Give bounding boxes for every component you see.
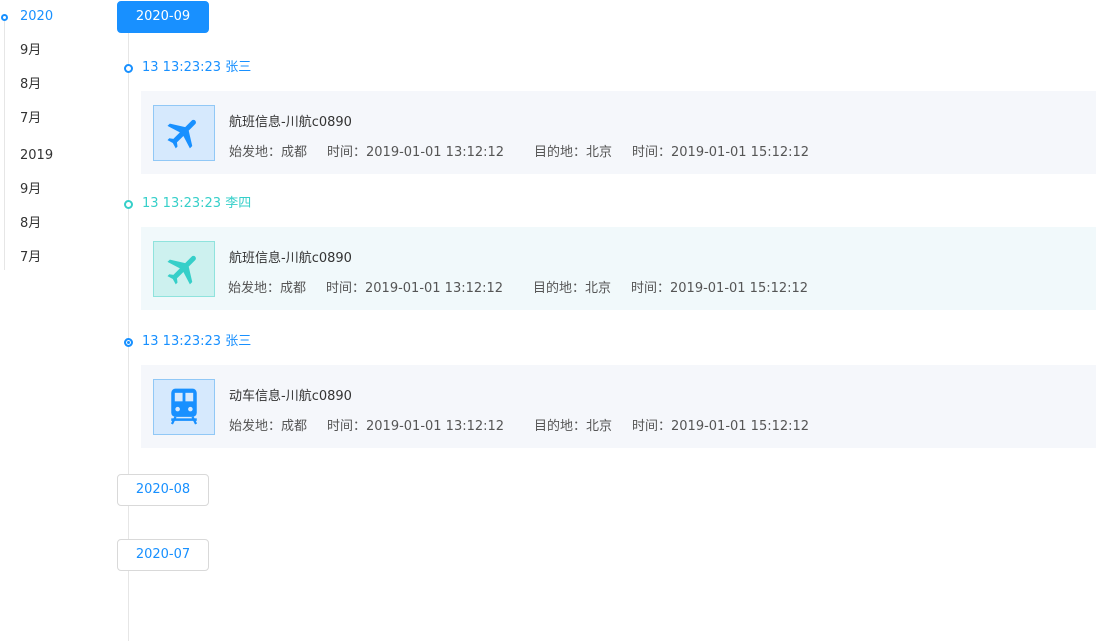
nav-month-2019-8[interactable]: 8月	[20, 216, 41, 232]
nav-month-2020-7[interactable]: 7月	[20, 111, 41, 127]
destination-text: 目的地：北京	[534, 419, 613, 434]
year-month-nav: 2020 9月 8月 7月 2019 9月 8月 7月	[0, 0, 110, 270]
nav-month-2019-7[interactable]: 7月	[20, 250, 41, 266]
month-tag-2020-08[interactable]: 2020-08	[117, 474, 209, 506]
airplane-icon	[153, 105, 215, 161]
depart-time-text: 时间：2019-01-01 13:12:12	[327, 419, 505, 434]
entry-time-user: 13 13:23:23 张三	[142, 334, 252, 349]
entry-time-user: 13 13:23:23 张三	[142, 60, 252, 75]
destination-text: 目的地：北京	[533, 281, 612, 296]
travel-card[interactable]: 动车信息-川航c0890 始发地：成都 时间：2019-01-01 13:12:…	[141, 365, 1096, 448]
card-title: 航班信息-川航c0890	[229, 115, 352, 130]
card-title: 动车信息-川航c0890	[229, 389, 352, 404]
depart-time-text: 时间：2019-01-01 13:12:12	[326, 281, 504, 296]
month-tag-2020-07[interactable]: 2020-07	[117, 539, 209, 571]
origin-text: 始发地：成都	[229, 419, 308, 434]
nav-month-2020-8[interactable]: 8月	[20, 77, 41, 93]
train-icon	[153, 379, 215, 435]
nav-line	[4, 18, 5, 270]
month-tag-2020-09[interactable]: 2020-09	[117, 1, 209, 33]
nav-year-2019[interactable]: 2019	[20, 148, 53, 164]
timeline-dot	[124, 338, 133, 347]
nav-active-dot	[1, 14, 8, 21]
nav-year-2020[interactable]: 2020	[20, 9, 53, 25]
arrive-time-text: 时间：2019-01-01 15:12:12	[631, 281, 809, 296]
travel-card[interactable]: 航班信息-川航c0890 始发地：成都 时间：2019-01-01 13:12:…	[141, 91, 1096, 174]
destination-text: 目的地：北京	[534, 145, 613, 160]
travel-card[interactable]: 航班信息-川航c0890 始发地：成都 时间：2019-01-01 13:12:…	[141, 227, 1096, 310]
nav-month-2019-9[interactable]: 9月	[20, 182, 41, 198]
nav-month-2020-9[interactable]: 9月	[20, 43, 41, 59]
timeline-dot	[124, 64, 133, 73]
airplane-icon	[153, 241, 215, 297]
arrive-time-text: 时间：2019-01-01 15:12:12	[632, 419, 810, 434]
origin-text: 始发地：成都	[229, 145, 308, 160]
card-title: 航班信息-川航c0890	[229, 251, 352, 266]
timeline-dot	[124, 200, 133, 209]
arrive-time-text: 时间：2019-01-01 15:12:12	[632, 145, 810, 160]
depart-time-text: 时间：2019-01-01 13:12:12	[327, 145, 505, 160]
origin-text: 始发地：成都	[228, 281, 307, 296]
entry-time-user: 13 13:23:23 李四	[142, 196, 252, 211]
